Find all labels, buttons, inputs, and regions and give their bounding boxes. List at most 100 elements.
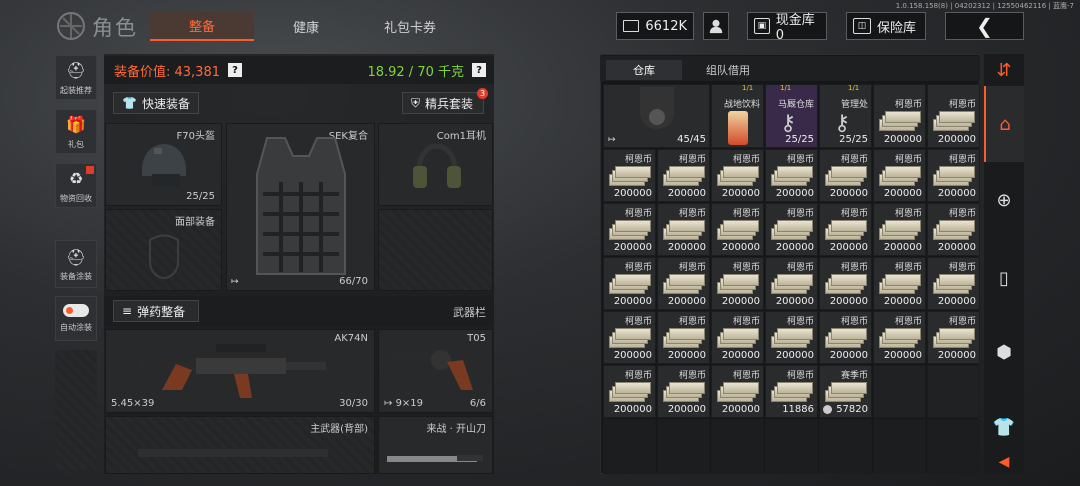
stable-key-item[interactable]: 马厩仓库 ⚷ 25/25	[765, 84, 818, 148]
currency-stack[interactable]: 柯恩币 200000	[765, 311, 818, 364]
admin-key-item[interactable]: 管理处 ⚷ 25/25	[819, 84, 872, 148]
currency-stack[interactable]: 柯恩币 200000	[603, 365, 656, 418]
headset-slot[interactable]: Com1耳机	[378, 123, 493, 206]
shirt-icon: 👕	[122, 96, 137, 110]
sidebar-item-loadout-recommend[interactable]: ⛑ 起装推荐	[55, 55, 97, 100]
tab-gift-cards[interactable]: 礼包卡券	[358, 12, 462, 41]
magazine-icon[interactable]: ▯	[984, 246, 1024, 310]
melee-slot[interactable]: 来战 · 开山刀	[378, 416, 493, 474]
currency-stack[interactable]: 柯恩币 200000	[927, 257, 980, 310]
item-name: 赛季币	[840, 371, 868, 381]
item-quantity: 200000	[937, 242, 976, 253]
currency-stack[interactable]: 柯恩币 200000	[711, 149, 764, 202]
empty-storage-cell[interactable]	[873, 419, 926, 474]
currency-stack[interactable]: 柯恩币 200000	[711, 311, 764, 364]
currency-stack[interactable]: 柯恩币 200000	[603, 203, 656, 256]
empty-storage-cell[interactable]	[711, 419, 764, 474]
trader-button[interactable]	[703, 12, 729, 40]
currency-stack[interactable]: 柯恩币 200000	[927, 311, 980, 364]
empty-storage-cell[interactable]	[657, 419, 710, 474]
currency-stack[interactable]: 柯恩币 200000	[873, 203, 926, 256]
currency-stack[interactable]: 柯恩币 200000	[711, 365, 764, 418]
currency-stack[interactable]: 柯恩币 200000	[873, 311, 926, 364]
currency-stack[interactable]: 柯恩币 200000	[603, 311, 656, 364]
currency-display[interactable]: 6612K	[616, 12, 694, 40]
currency-stack[interactable]: 柯恩币 200000	[927, 149, 980, 202]
home-icon[interactable]: ⌂	[984, 86, 1024, 162]
tab-health[interactable]: 健康	[254, 12, 358, 41]
currency-stack[interactable]: 柯恩币 200000	[765, 257, 818, 310]
currency-stack[interactable]: 柯恩币 200000	[657, 149, 710, 202]
sidebar-item-gift[interactable]: 🎁 礼包	[55, 109, 97, 154]
currency-stack[interactable]: 柯恩币 200000	[819, 203, 872, 256]
helmet-slot[interactable]: F70头盔 25/25	[105, 123, 222, 206]
currency-stack[interactable]: 柯恩币 200000	[603, 149, 656, 202]
currency-stack[interactable]: 柯恩币 200000	[927, 84, 980, 148]
tab-team-borrow[interactable]: 组队借用	[688, 60, 768, 80]
currency-stack[interactable]: 柯恩币 200000	[927, 203, 980, 256]
banknote-icon	[717, 220, 759, 242]
currency-stack[interactable]: 柯恩币 200000	[657, 311, 710, 364]
empty-storage-cell[interactable]	[603, 419, 656, 474]
currency-stack[interactable]: 柯恩币 200000	[765, 149, 818, 202]
empty-gear-slot[interactable]	[378, 209, 493, 291]
drink-item[interactable]: 战地饮料	[711, 84, 764, 148]
currency-stack[interactable]: 柯恩币 200000	[765, 203, 818, 256]
cash-vault-button[interactable]: ▣ 现金库 0	[747, 12, 827, 43]
primary-weapon-slot[interactable]: AK74N 5.45×39 30/30	[105, 329, 375, 413]
currency-stack[interactable]: 柯恩币 200000	[873, 84, 926, 148]
currency-stack[interactable]: 柯恩币 200000	[711, 203, 764, 256]
banknote-icon	[771, 166, 813, 188]
sort-icon[interactable]: ⇵	[984, 56, 1024, 84]
vault-icon: ▣	[754, 18, 770, 34]
currency-stack[interactable]: 柯恩币 200000	[819, 311, 872, 364]
banknote-icon	[609, 328, 651, 350]
unequip-icon[interactable]: ↦	[231, 277, 239, 287]
weight-help-icon[interactable]: ?	[472, 63, 486, 77]
clothing-icon[interactable]: 👕	[984, 402, 1024, 452]
currency-stack[interactable]: 柯恩币 200000	[657, 365, 710, 418]
item-name: 柯恩币	[624, 209, 652, 219]
currency-stack[interactable]: 柯恩币 200000	[657, 257, 710, 310]
sidearm-slot[interactable]: T05 ↦ 9×19 6/6	[378, 329, 493, 413]
auto-paint-toggle[interactable]: 自动涂装	[55, 296, 97, 341]
ammo-refill-button[interactable]: ≡ 弹药整备	[113, 300, 199, 322]
empty-storage-cell[interactable]	[927, 365, 980, 418]
unequip-icon[interactable]: ↦	[384, 398, 396, 409]
unequip-icon[interactable]: ↦	[608, 135, 616, 145]
currency-stack[interactable]: 柯恩币 200000	[873, 149, 926, 202]
item-name: 柯恩币	[840, 155, 868, 165]
sidebar-item-recycle[interactable]: ♻ 物资回收	[55, 163, 97, 208]
quick-equip-button[interactable]: 👕 快速装备	[113, 92, 199, 114]
banknote-icon	[879, 166, 921, 188]
safe-vault-button[interactable]: ◫ 保险库	[846, 12, 926, 40]
value-help-icon[interactable]: ?	[228, 63, 242, 77]
armor-slot[interactable]: SEK复合 ↦ 66/70	[226, 123, 375, 291]
gas-mask-item[interactable]: ↦ 45/45	[603, 84, 710, 148]
empty-storage-cell[interactable]	[873, 365, 926, 418]
face-slot[interactable]: 面部装备	[105, 209, 222, 291]
currency-stack[interactable]: 柯恩币 200000	[819, 257, 872, 310]
back-weapon-slot[interactable]: 主武器(背部)	[105, 416, 375, 474]
currency-stack[interactable]: 柯恩币 200000	[657, 203, 710, 256]
currency-stack[interactable]: 柯恩币 200000	[873, 257, 926, 310]
empty-storage-cell[interactable]	[765, 419, 818, 474]
sidebar-item-paint[interactable]: ⛑ 装备涂装	[55, 240, 97, 288]
currency-stack-partial[interactable]: 柯恩币 11886	[765, 365, 818, 418]
empty-storage-cell[interactable]	[927, 419, 980, 474]
season-token-stack[interactable]: 赛季币 57820	[819, 365, 872, 418]
banknote-icon	[609, 382, 651, 404]
box-icon[interactable]: ⬢	[984, 320, 1024, 384]
empty-storage-cell[interactable]	[819, 419, 872, 474]
tab-loadout[interactable]: 整备	[150, 12, 254, 41]
currency-stack[interactable]: 柯恩币 200000	[711, 257, 764, 310]
medkit-icon[interactable]: ⊕	[984, 168, 1024, 232]
currency-stack[interactable]: 柯恩币 200000	[603, 257, 656, 310]
back-button[interactable]: ❮	[945, 12, 1024, 40]
currency-stack[interactable]: 柯恩币 200000	[819, 149, 872, 202]
collapse-arrow-icon[interactable]: ◀	[984, 450, 1024, 474]
tab-warehouse[interactable]: 仓库	[606, 60, 682, 80]
elite-set-button[interactable]: ⛨ 精兵套装 3	[402, 88, 488, 114]
coin-icon	[823, 405, 832, 414]
toggle-icon[interactable]	[63, 304, 89, 317]
